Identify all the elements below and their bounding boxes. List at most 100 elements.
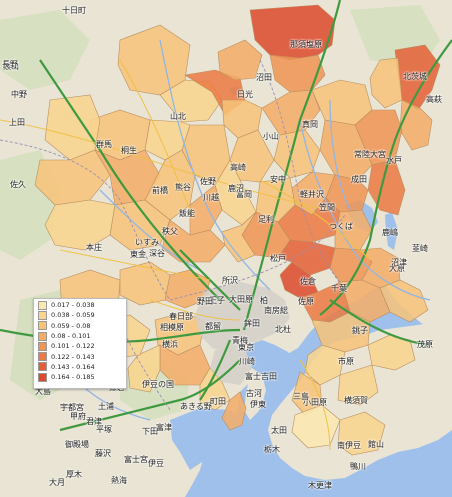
place-label: 沼田 xyxy=(256,73,272,82)
legend-item: 0.038 - 0.059 xyxy=(34,310,126,320)
place-label: 那須塩原 xyxy=(290,40,322,49)
place-label: 甲府 xyxy=(70,412,86,421)
legend-swatch xyxy=(38,341,47,351)
place-label: 君津 xyxy=(86,417,102,426)
place-label: 富士宮 xyxy=(124,455,148,464)
place-label: 長野 xyxy=(2,60,18,69)
place-label: 沼津 xyxy=(391,258,407,267)
place-label: 常陸大宮 xyxy=(354,150,386,159)
legend-swatch xyxy=(38,372,47,382)
place-label: 茂原 xyxy=(417,340,433,349)
place-label: 野田 xyxy=(197,297,213,306)
place-label: 平塚 xyxy=(96,425,112,434)
legend-label: 0.164 - 0.185 xyxy=(51,373,95,382)
place-label: 鉾田 xyxy=(244,319,260,328)
place-label: 青梅 xyxy=(232,336,248,345)
place-label: いすみ xyxy=(135,238,159,247)
place-label: 松戸 xyxy=(270,254,286,263)
place-label: 熊谷 xyxy=(175,183,191,192)
place-label: 所沢 xyxy=(222,276,238,285)
legend-item: 0.017 - 0.038 xyxy=(34,300,126,310)
place-label: 藤沢 xyxy=(95,449,111,458)
place-label: 伊豆 xyxy=(148,459,164,468)
place-label: つくば xyxy=(329,222,353,231)
place-label: 市原 xyxy=(338,357,354,366)
place-label: 館山 xyxy=(368,440,384,449)
place-label: 高崎 xyxy=(230,163,246,172)
choropleth-map[interactable]: 十日町 飯山 中野 長野 上田 佐久 群馬 桐生 沼田 日光 那須塩原 北茨城 高萩 常陸大宮 水戸 鹿嶋 つく… xyxy=(0,0,452,497)
place-label: 富津 xyxy=(156,423,172,432)
place-label: 川崎 xyxy=(239,357,255,366)
place-label: 佐久 xyxy=(10,180,26,189)
place-label: 町田 xyxy=(210,397,226,406)
place-label: 安中 xyxy=(270,175,286,184)
place-label: 北杜 xyxy=(275,325,291,334)
place-label: 東金 xyxy=(130,250,146,259)
place-label: 深谷 xyxy=(149,249,165,258)
place-label: 横須賀 xyxy=(344,396,368,405)
legend-label: 0.08 - 0.101 xyxy=(51,332,91,341)
place-label: 横浜 xyxy=(162,340,178,349)
place-label: 十日町 xyxy=(62,6,86,15)
place-label: 小山 xyxy=(263,132,279,141)
place-label: 御殿場 xyxy=(65,440,89,449)
legend-swatch xyxy=(38,362,47,372)
legend-label: 0.122 - 0.143 xyxy=(51,352,95,361)
place-label: 佐原 xyxy=(298,297,314,306)
place-label: 水戸 xyxy=(386,156,402,165)
legend-item: 0.08 - 0.101 xyxy=(34,331,126,341)
place-label: 千葉 xyxy=(331,284,347,293)
legend-item: 0.143 - 0.164 xyxy=(34,362,126,372)
place-label: 鹿嶋 xyxy=(382,228,398,237)
legend-swatch xyxy=(38,321,47,331)
legend-item: 0.164 - 0.185 xyxy=(34,372,126,382)
place-label: 桐生 xyxy=(121,146,137,155)
place-label: 柏 xyxy=(260,296,268,305)
place-label: 熱海 xyxy=(111,476,127,485)
legend-swatch xyxy=(38,331,47,341)
place-label: 大田原 xyxy=(229,295,253,304)
place-label: 佐野 xyxy=(200,177,216,186)
place-label: 大月 xyxy=(49,478,65,487)
place-label: 韮崎 xyxy=(412,244,428,253)
place-label: 上田 xyxy=(9,118,25,127)
place-label: 南房総 xyxy=(264,306,288,315)
place-label: 群馬 xyxy=(96,140,112,149)
place-label: 本庄 xyxy=(86,243,102,252)
legend-swatch xyxy=(38,310,47,320)
place-label: 銚子 xyxy=(352,326,368,335)
place-label: 富士吉田 xyxy=(245,372,277,381)
place-label: 厚木 xyxy=(66,470,82,479)
place-label: 古河 xyxy=(246,389,262,398)
legend-swatch xyxy=(38,352,47,362)
place-label: 都留 xyxy=(205,322,221,331)
place-label: 足利 xyxy=(258,215,274,224)
place-label: 佐倉 xyxy=(300,277,316,286)
legend-item: 0.101 - 0.122 xyxy=(34,341,126,351)
place-label: 軽井沢 xyxy=(300,190,324,199)
place-label: 栃木 xyxy=(264,445,280,454)
place-label: 北茨城 xyxy=(403,72,427,81)
legend-swatch xyxy=(38,300,47,310)
place-label: あきる野 xyxy=(180,402,212,411)
place-label: 中野 xyxy=(11,90,27,99)
place-label: 前橋 xyxy=(152,186,168,195)
place-label: 伊東 xyxy=(250,400,266,409)
place-label: 山北 xyxy=(170,112,186,121)
place-label: 南伊豆 xyxy=(337,441,361,450)
place-label: 太田 xyxy=(271,426,287,435)
map-canvas xyxy=(0,0,452,497)
place-label: 真岡 xyxy=(302,120,318,129)
place-label: 鹿沼 xyxy=(228,184,244,193)
legend-label: 0.143 - 0.164 xyxy=(51,362,95,371)
legend-label: 0.017 - 0.038 xyxy=(51,301,95,310)
legend-label: 0.059 - 0.08 xyxy=(51,321,91,330)
place-label: 鴨川 xyxy=(350,462,366,471)
legend-label: 0.038 - 0.059 xyxy=(51,311,95,320)
place-label: 高萩 xyxy=(426,95,442,104)
place-label: 川越 xyxy=(203,193,219,202)
legend-label: 0.101 - 0.122 xyxy=(51,342,95,351)
place-label: 伊豆の国 xyxy=(142,380,174,389)
place-label: 木更津 xyxy=(308,481,332,490)
place-label: 春日部 xyxy=(169,312,193,321)
